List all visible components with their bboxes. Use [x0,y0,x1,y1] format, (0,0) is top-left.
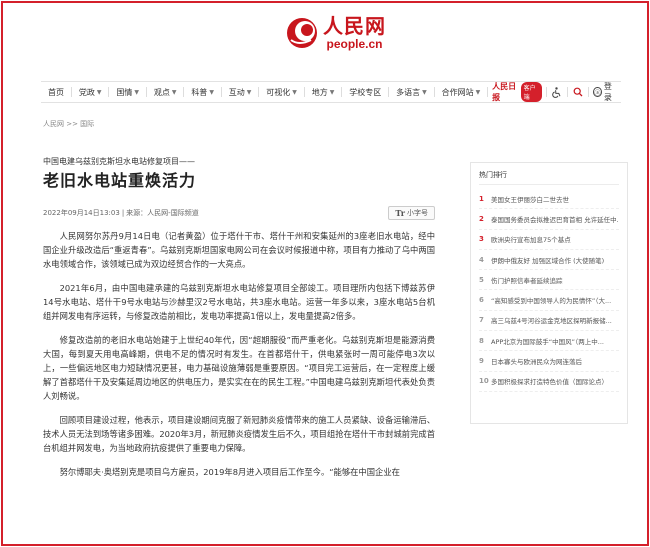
article-meta: 2022年09月14日13:03 | 来源：人民网-国际频道 Tr 小字号 [43,206,435,220]
rank-number: 3 [479,235,484,244]
nav-item-politics[interactable]: 党政 ▼ [72,87,109,98]
article-paragraph: 修复改造前的老旧水电站始建于上世纪40年代，因“超期服役”而严重老化。乌兹别克斯… [43,335,435,401]
chevron-down-icon: ▼ [292,88,297,96]
client-pill: 客户端 [520,82,542,102]
ranking-item[interactable]: 2 泰国国务委员会拟推迟巴育首相 允许延任中... [479,209,619,230]
logo-name-cn: 人民网 [323,14,386,38]
rank-text: 伊朗中俄友好 加强区域合作 (大使随笔) [491,256,605,265]
hot-ranking-panel: 热门排行 1 美国女王伊丽莎白二世去世 2 泰国国务委员会拟推迟巴育首相 允许延任中… [470,162,628,424]
login-button[interactable]: ⓐ 登录 [589,81,621,103]
rank-text: 日本寡头与欧洲民众为网连落后 [491,358,582,367]
app-client-link[interactable]: 人民日报 客户端 [488,81,546,103]
font-size-icon: Tr [395,208,405,218]
rank-number: 7 [479,316,484,325]
chevron-down-icon: ▼ [96,88,102,96]
ranking-item[interactable]: 5 伤门护照信奉者延续追踪 [479,270,619,291]
ranking-item[interactable]: 7 高三乌兹4号河谷运金克地区探明新报储... [479,311,619,332]
rank-text: 欧洲央行宣布加息75个基点 [491,236,571,245]
nav-label: 学校专区 [349,87,382,97]
rank-number: 8 [479,336,484,345]
rank-text: 高三乌兹4号河谷运金克地区探明新报储... [491,317,612,326]
nav-item-national[interactable]: 国情 ▼ [109,87,146,98]
ranking-item[interactable]: 3 欧洲央行宣布加息75个基点 [479,230,619,250]
article-paragraph: 2021年6月，由中国电建承建的乌兹别克斯坦水电站修复项目全部竣工。项目理所内包… [43,283,435,321]
rank-number: 6 [479,296,484,305]
font-size-button[interactable]: Tr 小字号 [388,206,435,220]
site-logo[interactable]: 人民网 people.cn [285,11,386,55]
nav-label: 首页 [48,87,64,97]
nav-item-interact[interactable]: 互动 ▼ [222,87,259,98]
nav-item-visual[interactable]: 可视化 ▼ [259,87,304,98]
nav-item-languages[interactable]: 多语言 ▼ [389,87,434,98]
rank-text: 美国女王伊丽莎白二世去世 [491,195,569,204]
logo-name-en: people.cn [326,37,383,51]
rank-number: 4 [479,255,484,264]
wheelchair-icon[interactable] [546,86,567,98]
chevron-down-icon: ▼ [209,88,214,96]
article-date: 2022年09月14日13:03 [43,209,120,217]
rank-text: “高知感受到中国领导人的为民情怀”（大... [491,297,612,306]
article-paragraph: 回顾项目建设过程，他表示，项目建设期间克服了新冠肺炎疫情带来的施工人员紧缺、设备… [43,415,435,453]
nav-label: 多语言 [396,87,421,97]
rank-text: 多国积极探求打造特色价值（国际论点） [491,378,608,387]
rank-number: 5 [479,275,484,284]
rank-text: 泰国国务委员会拟推迟巴育首相 允许延任中... [491,215,619,224]
chevron-down-icon: ▼ [329,88,335,96]
ranking-list: 1 美国女王伊丽莎白二世去世 2 泰国国务委员会拟推迟巴育首相 允许延任中... 3… [471,185,627,392]
meta-separator: | [121,209,125,217]
nav-label: 科普 [191,87,208,97]
nav-item-science[interactable]: 科普 ▼ [184,87,221,98]
ranking-item[interactable]: 8 APP北京为国际鼓手“中国风”（两上中... [479,331,619,352]
article-paragraph: 人民网努尔苏丹9月14日电（记者黄盈）位于塔什干市、塔什干州和安集延州的3座老旧… [43,231,435,269]
main-nav: 首页 党政 ▼ 国情 ▼ 观点 ▼ 科普 ▼ 互动 ▼ 可视化 ▼ 地方 ▼ 学校专区 多语言… [41,81,621,103]
nav-item-home[interactable]: 首页 [41,87,71,98]
ranking-item[interactable]: 10 多国积极探求打造特色价值（国际论点） [479,372,619,392]
nav-label: 国情 [116,87,133,97]
font-size-label: 小字号 [407,209,428,217]
nav-label: 党政 [78,87,95,97]
ranking-item[interactable]: 6 “高知感受到中国领导人的为民情怀”（大... [479,290,619,311]
rank-text: 伤门护照信奉者延续追踪 [491,276,563,285]
page-title: 老旧水电站重焕活力 [43,171,197,190]
chevron-down-icon: ▼ [246,88,252,96]
breadcrumb[interactable]: 人民网 >> 国际 [43,119,94,129]
article-paragraph: 努尔博耶夫·奥塔别克是项目乌方雇员，2019年8月进入项目后工作至今。“能够在中… [59,467,400,477]
login-label: 登录 [603,82,612,102]
nav-item-opinion[interactable]: 观点 ▼ [147,87,184,98]
nav-label: 观点 [153,87,170,97]
article-source[interactable]: 来源：人民网-国际频道 [126,208,199,218]
rank-number: 9 [479,357,484,366]
chevron-down-icon: ▼ [134,88,139,96]
chevron-down-icon: ▼ [475,88,481,96]
ranking-item[interactable]: 9 日本寡头与欧洲民众为网连落后 [479,351,619,372]
nav-label: 可视化 [266,87,291,97]
logo-text: 人民网 people.cn [323,16,386,50]
nav-item-partners[interactable]: 合作网站 ▼ [435,87,488,98]
nav-item-local[interactable]: 地方 ▼ [305,87,342,98]
rank-number: 2 [479,214,484,223]
rank-text: APP北京为国际鼓手“中国风”（两上中... [491,337,604,346]
ranking-item[interactable]: 4 伊朗中俄友好 加强区域合作 (大使随笔) [479,250,619,271]
search-icon[interactable] [568,87,588,97]
nav-label: 合作网站 [441,87,474,97]
rank-number: 1 [479,194,484,203]
ranking-title: 热门排行 [479,171,507,179]
page-frame: 人民网 people.cn 首页 党政 ▼ 国情 ▼ 观点 ▼ 科普 ▼ 互动 ▼ 可视化… [1,1,649,546]
nav-label: 地方 [311,87,328,97]
article-body: 人民网努尔苏丹9月14日电（记者黄盈）位于塔什干市、塔什干州和安集延州的3座老旧… [43,229,435,489]
chevron-down-icon: ▼ [422,88,427,96]
chevron-down-icon: ▼ [171,88,177,96]
user-icon: ⓐ [593,87,602,97]
logo-emblem-icon [285,16,319,50]
nav-item-schools[interactable]: 学校专区 [342,87,388,98]
rank-number: 10 [479,377,489,386]
ranking-item[interactable]: 1 美国女王伊丽莎白二世去世 [479,189,619,210]
nav-label: 互动 [228,87,245,97]
article-kicker: 中国电建乌兹别克斯坦水电站修复项目—— [43,157,195,166]
brand-label: 人民日报 [492,81,517,102]
